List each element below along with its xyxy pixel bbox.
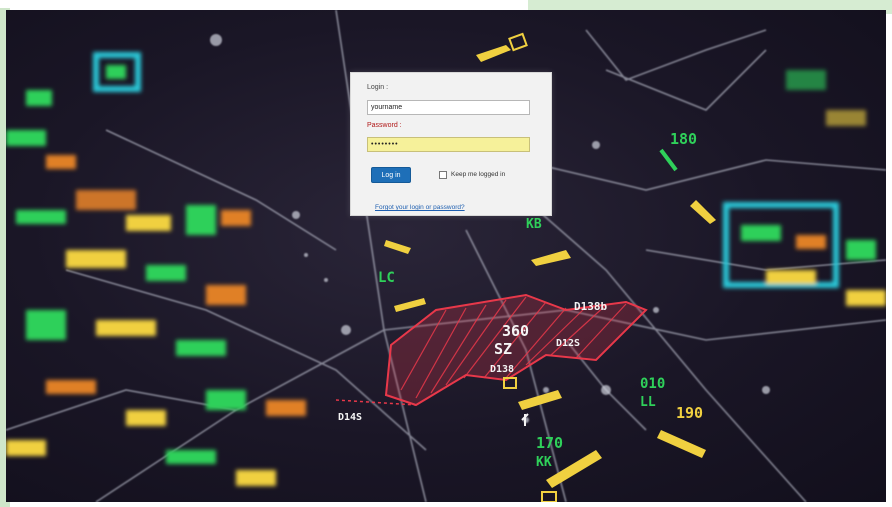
- password-input[interactable]: ••••••••: [367, 137, 530, 152]
- login-dialog: Login : yourname Password : •••••••• Log…: [350, 72, 552, 216]
- svg-text:SZ: SZ: [494, 340, 512, 358]
- svg-text:D138: D138: [490, 364, 514, 375]
- svg-text:KK: KK: [536, 455, 552, 470]
- svg-text:360: 360: [502, 322, 529, 340]
- svg-text:180: 180: [670, 130, 697, 148]
- radar-background-image: 180 KB LC 360 SZ D138b D12S D138 D14S 19…: [6, 10, 886, 502]
- keep-logged-in-label: Keep me logged in: [451, 171, 506, 178]
- login-button[interactable]: Log in: [371, 167, 411, 183]
- svg-text:LL: LL: [640, 395, 656, 410]
- svg-text:D14S: D14S: [338, 412, 362, 423]
- login-label: Login :: [367, 84, 389, 91]
- forgot-password-link[interactable]: Forgot your login or password?: [375, 204, 465, 211]
- page-frame: 180 KB LC 360 SZ D138b D12S D138 D14S 19…: [0, 0, 892, 507]
- password-label: Password :: [367, 122, 402, 129]
- svg-text:170: 170: [536, 434, 563, 452]
- svg-text:LC: LC: [378, 270, 395, 286]
- svg-text:D12S: D12S: [556, 338, 580, 349]
- svg-text:010: 010: [640, 376, 665, 392]
- username-input[interactable]: yourname: [367, 100, 530, 115]
- svg-text:190: 190: [676, 404, 703, 422]
- svg-text:KB: KB: [526, 217, 542, 232]
- keep-logged-in-checkbox[interactable]: [439, 171, 447, 179]
- svg-text:D138b: D138b: [574, 300, 607, 313]
